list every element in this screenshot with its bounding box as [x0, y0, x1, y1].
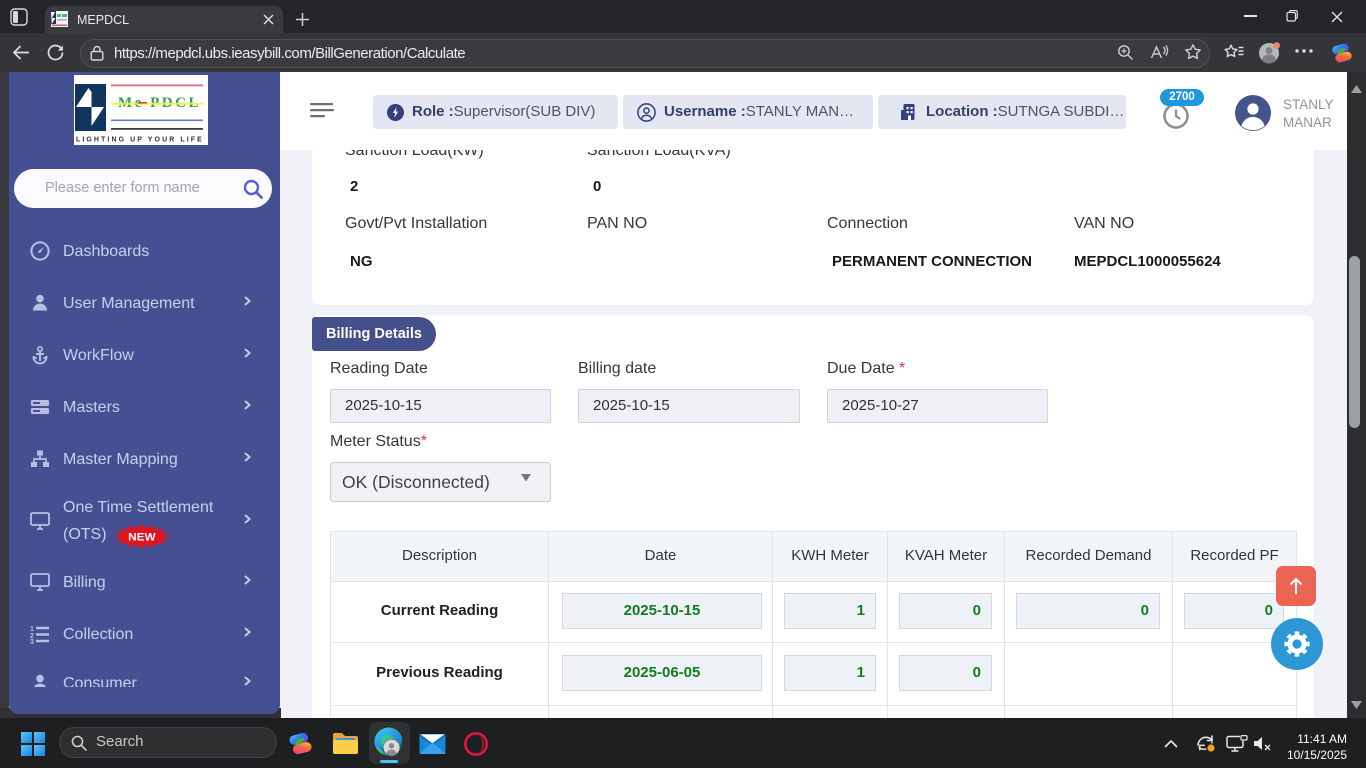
svg-text:1: 1: [30, 626, 34, 633]
svg-text:NEW: NEW: [128, 531, 156, 544]
svg-text:3: 3: [30, 639, 34, 644]
svg-text:LIGHTING UP YOUR LIFE: LIGHTING UP YOUR LIFE: [76, 137, 203, 144]
